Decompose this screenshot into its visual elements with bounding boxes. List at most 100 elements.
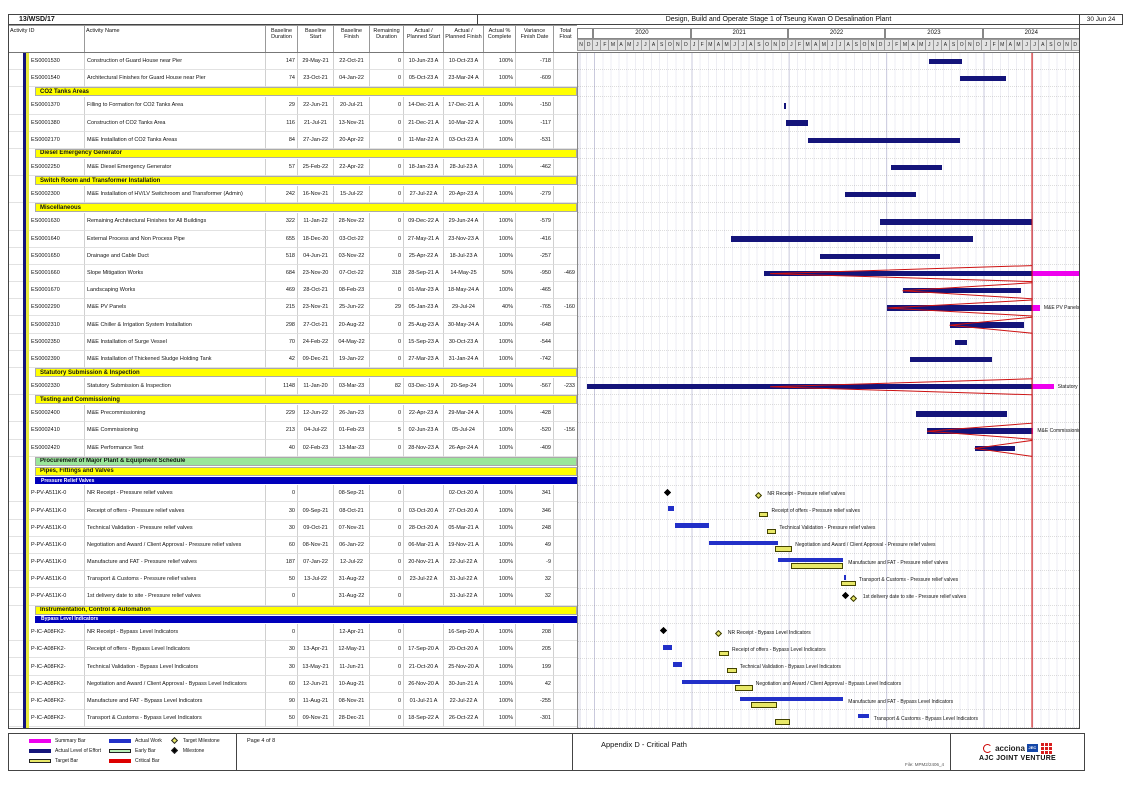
- cell-activity-id: P-IC-A08FK2-: [29, 658, 85, 676]
- cell-activity-name: M&E Precommissioning: [85, 405, 266, 423]
- cell-value: -156: [554, 422, 577, 440]
- cell-value: [554, 186, 577, 204]
- cell-value: 32: [516, 571, 554, 589]
- section-band: Statutory Submission & Inspection: [35, 368, 577, 377]
- cell-value: 10-Mar-22 A: [444, 114, 484, 132]
- table-row: P-PV-A511K-0 Negotiation and Award / Clie…: [9, 536, 577, 554]
- month-cell: S: [950, 39, 959, 51]
- cell-value: 20-Apr-23 A: [444, 186, 484, 204]
- cell-value: 11-Aug-21: [298, 692, 334, 710]
- table-row: ES0001540 Architectural Finishes for Guar…: [9, 70, 577, 88]
- cell-value: 100%: [484, 333, 516, 351]
- month-cell: N: [577, 39, 586, 51]
- aloe-swatch: [29, 748, 51, 753]
- cell-value: 13-Nov-21: [334, 114, 370, 132]
- cell-value: 20-Oct-20 A: [444, 641, 484, 659]
- cell-value: 25-Feb-22: [298, 158, 334, 177]
- cell-value: 100%: [484, 316, 516, 334]
- legend-label: Target Milestone: [182, 737, 220, 744]
- section-band: Diesel Emergency Generator: [35, 148, 577, 158]
- cell-value: 213: [266, 422, 298, 440]
- cell-value: 28-Oct-21: [298, 282, 334, 300]
- cell-activity-name: Construction of Guard House near Pier: [85, 53, 266, 71]
- cell-value: 40%: [484, 299, 516, 317]
- cell-value: 12-Jul-22: [334, 554, 370, 572]
- cell-value: 100%: [484, 536, 516, 554]
- table-row: ES0002250 M&E Diesel Emergency Generator 5…: [9, 158, 577, 177]
- month-cell: J: [690, 39, 699, 51]
- legend-label: Early Bar: [135, 747, 156, 754]
- cell-value: 100%: [484, 350, 516, 368]
- cell-value: 684: [266, 264, 298, 283]
- month-cell: F: [893, 39, 902, 51]
- cell-value: 13-May-21: [298, 658, 334, 676]
- month-cell: A: [812, 39, 821, 51]
- month-cell: O: [763, 39, 772, 51]
- cell-value: 25-Nov-20 A: [444, 658, 484, 676]
- cell-activity-id: ES0002310: [29, 316, 85, 334]
- cell-value: 18-Sep-22 A: [404, 710, 444, 728]
- cell-value: -462: [516, 158, 554, 177]
- cell-value: 50: [266, 710, 298, 728]
- column-header: Baseline Duration: [266, 25, 298, 52]
- report-header-bar: 13/WSD/17 Design, Build and Operate Stag…: [8, 14, 1080, 25]
- cell-value: [554, 693, 577, 710]
- column-header: Actual / Planned Start: [404, 25, 444, 52]
- cell-value: 11-Jan-22: [298, 213, 334, 231]
- cell-activity-name: M&E Performance Test: [85, 439, 266, 457]
- cell-value: 16-Sep-20 A: [444, 624, 484, 642]
- cell-value: [554, 405, 577, 423]
- cell-value: 03-Oct-23 A: [444, 131, 484, 149]
- cell-value: 0: [370, 536, 404, 554]
- cell-activity-id: ES0002420: [29, 439, 85, 457]
- cell-value: 100%: [484, 405, 516, 423]
- cell-value: 24-Feb-22: [298, 333, 334, 351]
- table-row: ES0002390 M&E Installation of Thickened S…: [9, 350, 577, 368]
- month-cell: J: [1031, 39, 1040, 51]
- cell-value: -150: [516, 97, 554, 115]
- cell-value: 215: [266, 299, 298, 317]
- cell-value: 12-Jun-21: [298, 675, 334, 693]
- cell-value: -409: [516, 439, 554, 457]
- cell-value: -469: [554, 265, 577, 283]
- cell-value: [554, 676, 577, 693]
- cell-activity-name: Negotiation and Award / Client Approval …: [85, 536, 266, 554]
- column-header: Baseline Finish: [334, 25, 370, 52]
- cell-value: -765: [516, 299, 554, 317]
- cell-activity-name: Landscaping Works: [85, 282, 266, 300]
- cell-value: 50: [266, 571, 298, 589]
- month-cell: A: [1006, 39, 1015, 51]
- cell-value: 0: [370, 316, 404, 334]
- cell-value: -301: [516, 710, 554, 728]
- month-cell: N: [868, 39, 878, 51]
- cell-value: 0: [370, 97, 404, 115]
- cell-value: 100%: [484, 70, 516, 88]
- cell-value: 03-Nov-22: [334, 247, 370, 265]
- cell-activity-id: ES0001530: [29, 53, 85, 71]
- cell-value: 655: [266, 230, 298, 248]
- cell-value: 19-Jan-22: [334, 350, 370, 368]
- cell-value: 100%: [484, 439, 516, 457]
- timeline-header: 2020 2021 2022 2023 2024 NDJFMAMJJASONDJFMAM…: [577, 25, 1080, 53]
- acciona-logo-icon: [983, 743, 993, 753]
- table-row: ES0002300 M&E Installation of HV/LV Switc…: [9, 186, 577, 204]
- month-cell: A: [617, 39, 626, 51]
- cell-value: 1148: [266, 378, 298, 396]
- cell-value: 17-Dec-21 A: [444, 97, 484, 115]
- month-cell: J: [1023, 39, 1032, 51]
- cell-value: 90: [266, 692, 298, 710]
- cell-value: 31-Jul-22 A: [444, 588, 484, 606]
- cell-value: 02-Feb-23: [298, 439, 334, 457]
- year-cell: 2024: [982, 28, 1080, 39]
- cell-value: [554, 571, 577, 589]
- cell-value: 116: [266, 114, 298, 132]
- cell-value: 0: [266, 588, 298, 606]
- cell-value: 0: [370, 485, 404, 503]
- table-row: ES0001670 Landscaping Works 469 28-Oct-21 08…: [9, 282, 577, 300]
- table-row: ES0002350 M&E Installation of Surge Vesse…: [9, 333, 577, 351]
- cell-value: 12-Jun-22: [298, 405, 334, 423]
- report-date: 30 Jun 24: [1080, 14, 1123, 25]
- table-row: P-IC-A08FK2- NR Receipt - Bypass Level In…: [9, 624, 577, 642]
- section-band: Switch Room and Transformer Installation: [35, 176, 577, 186]
- month-cell: J: [641, 39, 650, 51]
